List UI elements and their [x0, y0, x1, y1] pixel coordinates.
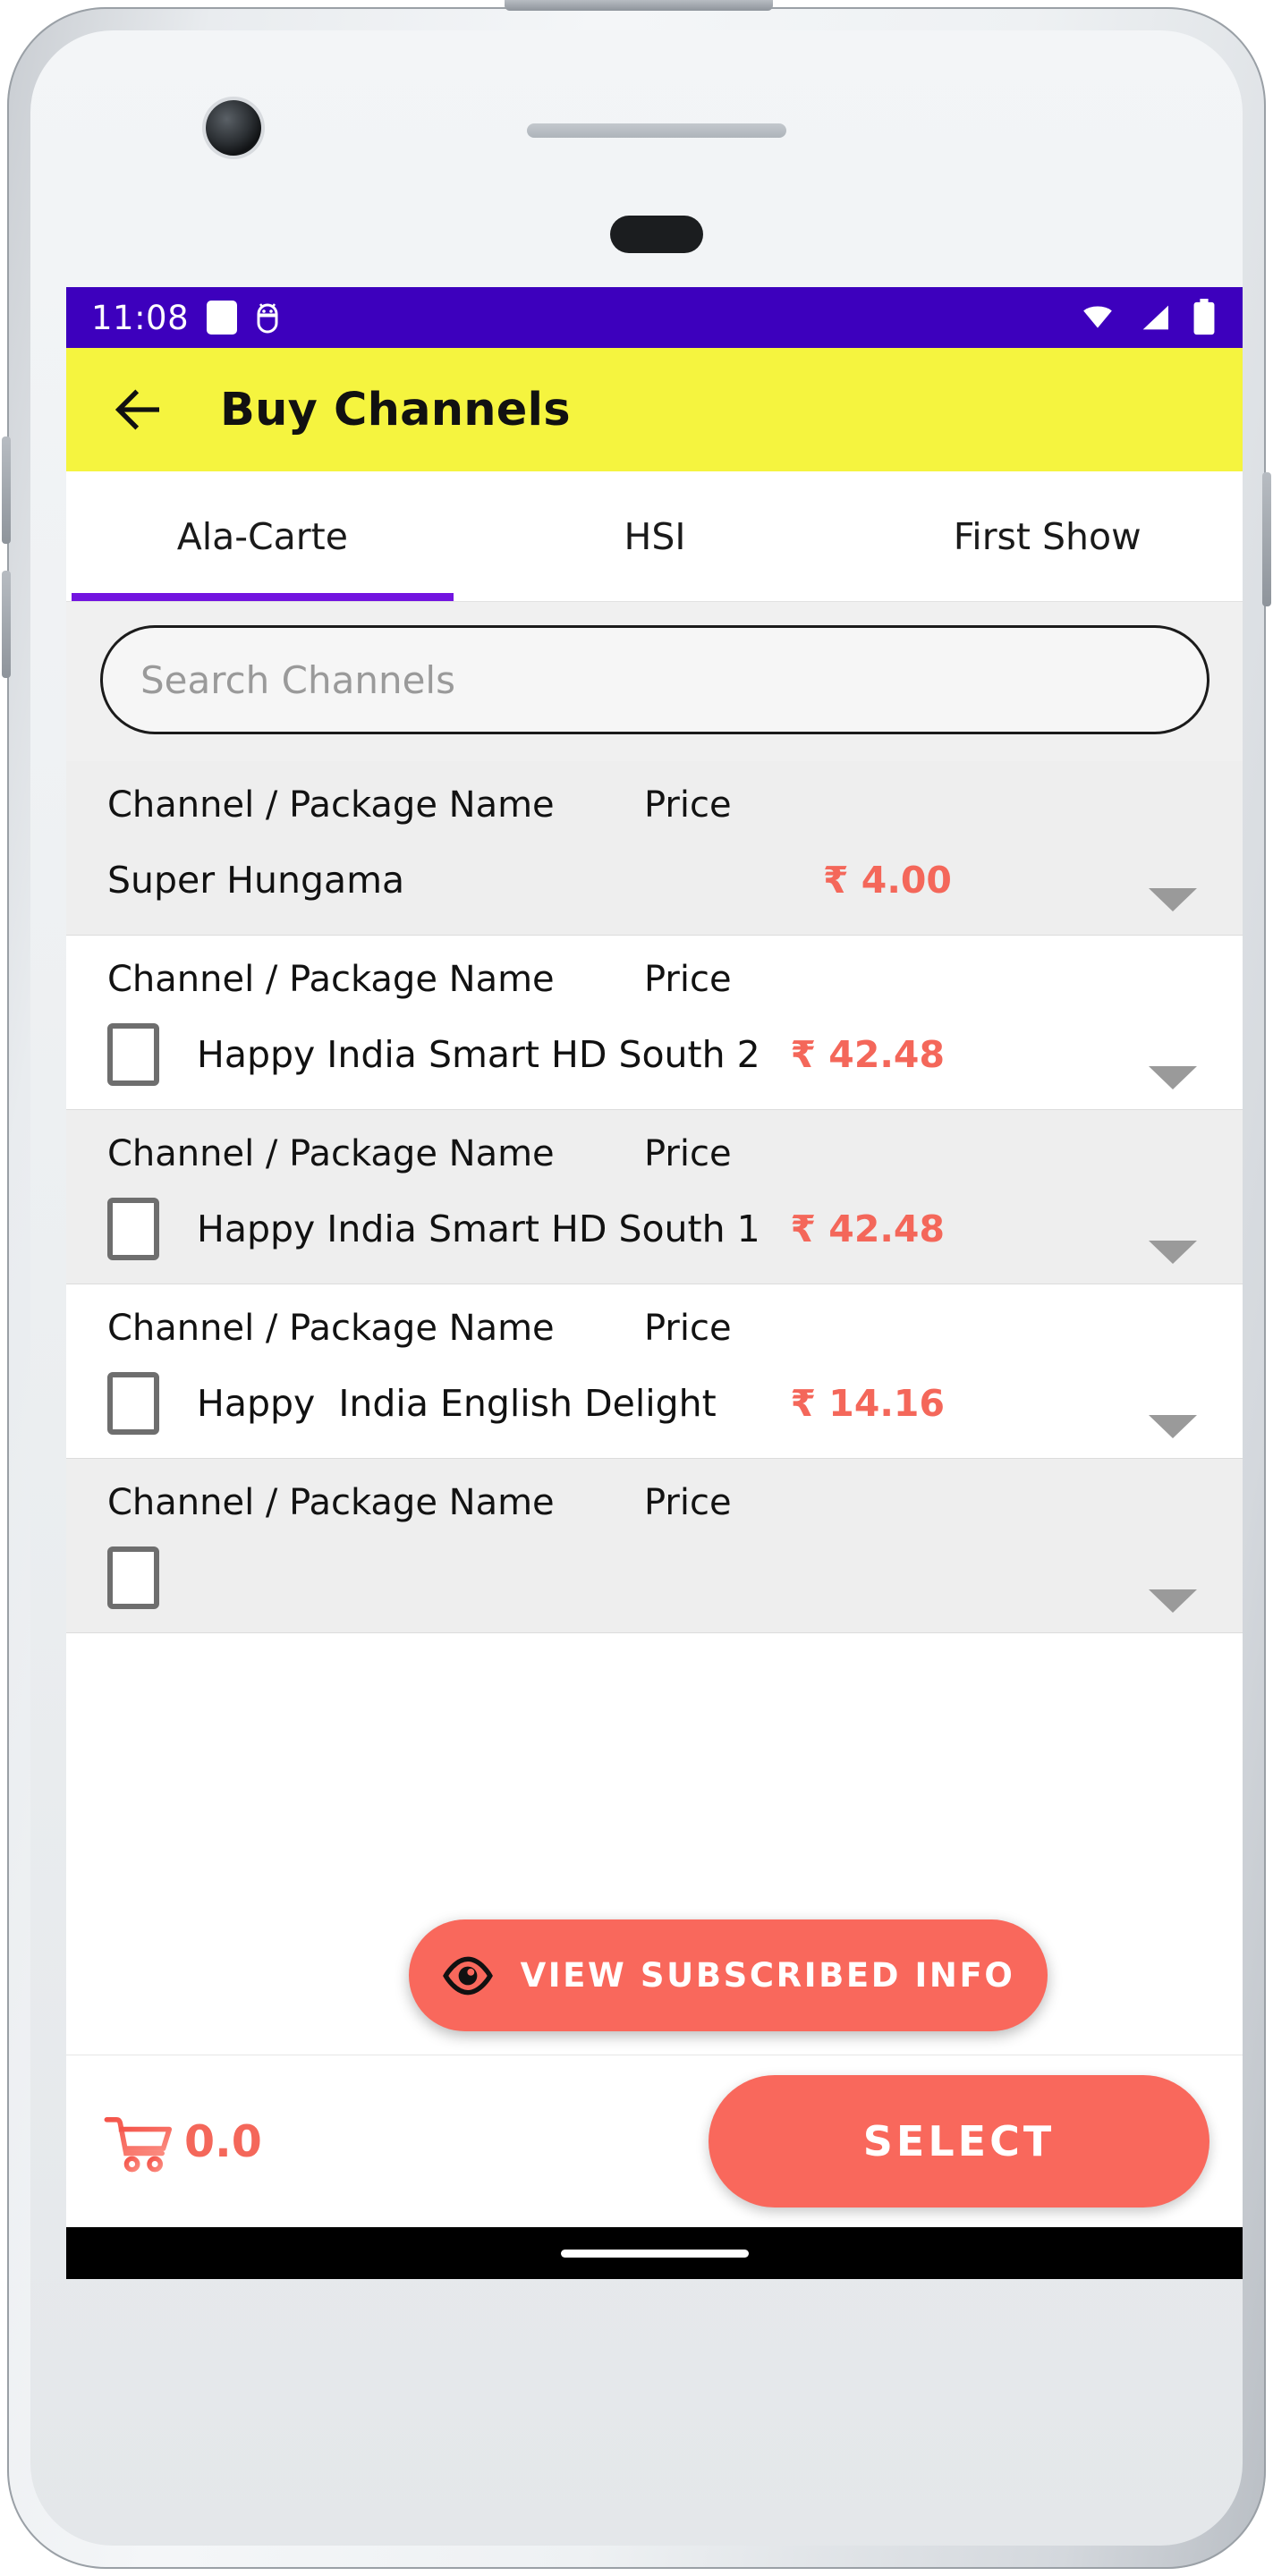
tab-hsi[interactable]: HSI [459, 471, 852, 601]
phone-frame: 11:08 Buy Channels Ala-Carte HSI First S… [2, 0, 1271, 2569]
table-row[interactable]: Channel / Package Name Price Happy India… [66, 1284, 1243, 1459]
front-sensor-module [610, 216, 703, 253]
status-left-icons [207, 301, 282, 335]
tab-bar: Ala-Carte HSI First Show [66, 471, 1243, 602]
tab-label: Ala-Carte [176, 514, 348, 558]
channel-name: Happy India English Delight [197, 1382, 717, 1425]
home-gesture-bar[interactable] [561, 2249, 749, 2258]
channel-price: ₹ 42.48 [790, 1033, 946, 1076]
cart-summary[interactable]: 0.0 [102, 2103, 262, 2180]
search-box[interactable] [100, 625, 1209, 734]
row-header: Channel / Package Name Price [107, 784, 1204, 826]
front-camera-icon [206, 100, 261, 156]
row-checkbox[interactable] [107, 1372, 159, 1435]
channel-price: ₹ 14.16 [790, 1382, 946, 1425]
tab-ala-carte[interactable]: Ala-Carte [66, 471, 459, 601]
bottom-action-bar: 0.0 SELECT [66, 2055, 1243, 2227]
cart-plus-icon [104, 2106, 173, 2173]
row-body: Super Hungama ₹ 4.00 [107, 849, 1204, 911]
back-arrow-icon[interactable] [109, 381, 166, 438]
eye-icon [442, 1956, 493, 1995]
row-header: Channel / Package Name Price [107, 1308, 1204, 1349]
search-section [66, 602, 1243, 761]
row-header: Channel / Package Name Price [107, 1482, 1204, 1523]
table-row[interactable]: Channel / Package Name Price Super Hunga… [66, 761, 1243, 936]
row-body: Happy India Smart HD South 1 ₹ 42.48 [107, 1198, 1204, 1260]
row-header: Channel / Package Name Price [107, 959, 1204, 1000]
cell-signal-icon [1142, 305, 1168, 330]
chevron-down-icon[interactable] [1149, 1241, 1197, 1264]
select-button[interactable]: SELECT [709, 2075, 1209, 2207]
chevron-down-icon[interactable] [1149, 1589, 1197, 1613]
battery-icon [1193, 299, 1215, 335]
channel-name: Happy India Smart HD South 1 [197, 1208, 760, 1250]
column-header-name: Channel / Package Name [107, 784, 555, 826]
row-checkbox[interactable] [107, 1198, 159, 1260]
row-header: Channel / Package Name Price [107, 1133, 1204, 1174]
app-bar: Buy Channels [66, 348, 1243, 471]
chevron-down-icon[interactable] [1149, 1066, 1197, 1089]
android-nav-bar [66, 2227, 1243, 2279]
channel-list: Channel / Package Name Price Super Hunga… [66, 761, 1243, 1633]
white-square-icon [207, 301, 238, 335]
column-header-price: Price [644, 1308, 732, 1349]
column-header-name: Channel / Package Name [107, 1482, 555, 1523]
app-screen: 11:08 Buy Channels Ala-Carte HSI First S… [66, 287, 1243, 2279]
volume-down-button[interactable] [2, 571, 11, 678]
tab-first-show[interactable]: First Show [851, 471, 1243, 601]
phone-body: 11:08 Buy Channels Ala-Carte HSI First S… [30, 30, 1243, 2546]
top-speaker-strip [505, 0, 773, 11]
row-body: Happy India English Delight ₹ 14.16 [107, 1372, 1204, 1435]
chevron-down-icon[interactable] [1149, 1415, 1197, 1438]
view-subscribed-info-label: VIEW SUBSCRIBED INFO [520, 1956, 1015, 1995]
android-head-icon [257, 303, 278, 334]
row-checkbox[interactable] [107, 1546, 159, 1609]
table-row[interactable]: Channel / Package Name Price Happy India… [66, 936, 1243, 1110]
column-header-name: Channel / Package Name [107, 959, 555, 1000]
column-header-price: Price [644, 784, 732, 826]
status-time: 11:08 [91, 298, 190, 337]
status-bar: 11:08 [66, 287, 1243, 348]
page-title: Buy Channels [220, 383, 571, 436]
tab-label: HSI [624, 514, 686, 558]
column-header-price: Price [644, 1133, 732, 1174]
screenshot-root: 11:08 Buy Channels Ala-Carte HSI First S… [0, 0, 1273, 2576]
tab-label: First Show [953, 514, 1141, 558]
channel-name: Happy India Smart HD South 2 [197, 1033, 760, 1076]
row-body: Happy India Smart HD South 2 ₹ 42.48 [107, 1023, 1204, 1086]
table-row[interactable]: Channel / Package Name Price [66, 1459, 1243, 1633]
channel-name: Super Hungama [107, 859, 405, 902]
wifi-icon [1083, 306, 1112, 328]
view-subscribed-info-button[interactable]: VIEW SUBSCRIBED INFO [409, 1919, 1048, 2031]
column-header-price: Price [644, 959, 732, 1000]
search-input[interactable] [140, 657, 1169, 702]
volume-up-button[interactable] [2, 436, 11, 544]
column-header-price: Price [644, 1482, 732, 1523]
channel-price: ₹ 42.48 [790, 1208, 946, 1250]
cart-amount: 0.0 [184, 2115, 262, 2167]
channel-price: ₹ 4.00 [823, 859, 952, 902]
power-button[interactable] [1262, 472, 1271, 606]
row-body [107, 1546, 1204, 1609]
column-header-name: Channel / Package Name [107, 1133, 555, 1174]
row-checkbox[interactable] [107, 1023, 159, 1086]
table-row[interactable]: Channel / Package Name Price Happy India… [66, 1110, 1243, 1284]
status-right-icons [1077, 299, 1217, 336]
column-header-name: Channel / Package Name [107, 1308, 555, 1349]
earpiece-speaker [527, 123, 786, 138]
chevron-down-icon[interactable] [1149, 888, 1197, 911]
